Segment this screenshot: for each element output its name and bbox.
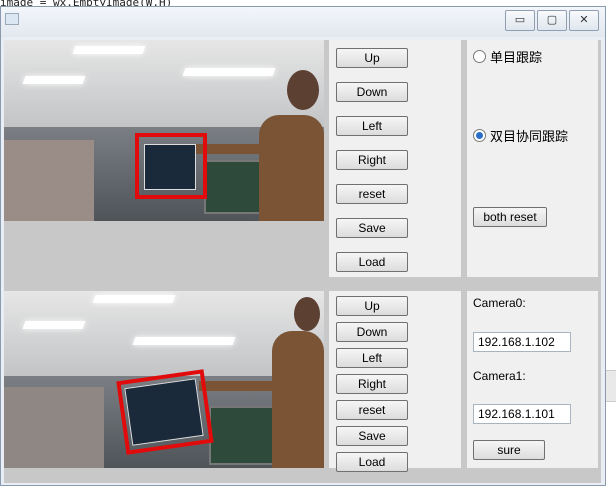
desk xyxy=(4,140,94,221)
app-icon xyxy=(5,13,19,25)
camera-config-panel: Camera0: 192.168.1.102 Camera1: 192.168.… xyxy=(467,291,598,468)
tracking-box xyxy=(116,369,214,455)
camera1-controls: Up Down Left Right reset Save Load xyxy=(329,291,461,472)
person-arm xyxy=(199,381,274,391)
single-tracking-label: 单目跟踪 xyxy=(490,50,543,65)
camera1-up-button[interactable]: Up xyxy=(336,296,408,316)
ceiling-light xyxy=(22,76,86,84)
camera1-feed xyxy=(4,291,324,468)
client-area: Up Down Left Right reset Save Load 单目跟踪 … xyxy=(4,40,601,483)
camera0-feed xyxy=(4,40,324,221)
dual-tracking-radio[interactable]: 双目协同跟踪 xyxy=(473,126,568,145)
person xyxy=(272,331,324,468)
ceiling-light xyxy=(22,321,86,329)
sure-button[interactable]: sure xyxy=(473,440,545,460)
window-title xyxy=(41,16,341,27)
camera1-label: Camera1: xyxy=(473,369,526,383)
radio-indicator-selected xyxy=(473,129,486,142)
camera0-left-button[interactable]: Left xyxy=(336,116,408,136)
camera0-ip-field[interactable]: 192.168.1.102 xyxy=(473,332,571,352)
person-head xyxy=(294,297,320,331)
camera1-ip-field[interactable]: 192.168.1.101 xyxy=(473,404,571,424)
app-window: ▭ ▢ ✕ Up Down Left Right reset Save Load… xyxy=(0,6,606,486)
close-button[interactable]: ✕ xyxy=(569,10,599,31)
camera1-right-button[interactable]: Right xyxy=(336,374,408,394)
ceiling-light xyxy=(92,295,176,303)
background-window-edge xyxy=(606,370,616,402)
maximize-button[interactable]: ▢ xyxy=(537,10,567,31)
camera1-reset-button[interactable]: reset xyxy=(336,400,408,420)
camera0-down-button[interactable]: Down xyxy=(336,82,408,102)
camera0-save-button[interactable]: Save xyxy=(336,218,408,238)
camera0-reset-button[interactable]: reset xyxy=(336,184,408,204)
both-reset-button[interactable]: both reset xyxy=(473,207,547,227)
person-head xyxy=(287,70,319,110)
feed0-lower-pad xyxy=(4,221,324,277)
ceiling-light xyxy=(72,46,146,54)
camera0-right-button[interactable]: Right xyxy=(336,150,408,170)
camera1-left-button[interactable]: Left xyxy=(336,348,408,368)
camera1-down-button[interactable]: Down xyxy=(336,322,408,342)
single-tracking-radio[interactable]: 单目跟踪 xyxy=(473,47,542,66)
camera0-up-button[interactable]: Up xyxy=(336,48,408,68)
title-bar: ▭ ▢ ✕ xyxy=(1,7,605,37)
ceiling-light xyxy=(132,337,236,345)
camera0-controls: Up Down Left Right reset Save Load xyxy=(329,40,461,277)
desk xyxy=(4,387,104,468)
person xyxy=(259,115,324,221)
tracking-mode-panel: 单目跟踪 双目协同跟踪 both reset xyxy=(467,40,598,277)
camera0-label: Camera0: xyxy=(473,296,526,310)
tracking-box xyxy=(135,133,207,199)
camera1-save-button[interactable]: Save xyxy=(336,426,408,446)
camera0-load-button[interactable]: Load xyxy=(336,252,408,272)
radio-indicator xyxy=(473,50,486,63)
camera1-load-button[interactable]: Load xyxy=(336,452,408,472)
dual-tracking-label: 双目协同跟踪 xyxy=(490,129,569,144)
minimize-button[interactable]: ▭ xyxy=(505,10,535,31)
ceiling-light xyxy=(182,68,276,76)
